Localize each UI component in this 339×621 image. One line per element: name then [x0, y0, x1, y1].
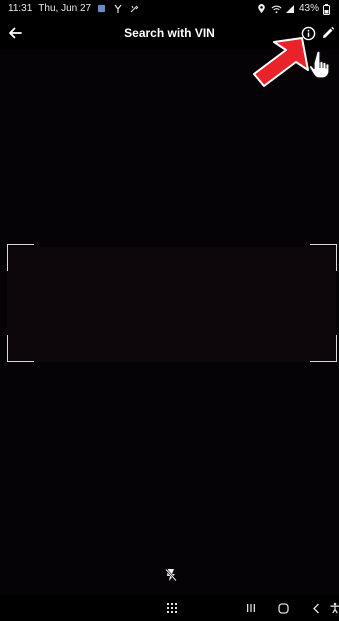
- edit-vin-button[interactable]: [318, 22, 338, 44]
- status-left: 11:31 Thu, Jun 27: [8, 3, 139, 14]
- signal-y-icon: [113, 4, 123, 14]
- apps-button[interactable]: [162, 598, 182, 618]
- home-button[interactable]: [273, 598, 293, 618]
- system-nav-bar: [0, 595, 339, 621]
- scan-frame-corner-top-left: [7, 244, 34, 271]
- status-bar: 11:31 Thu, Jun 27 43%: [0, 0, 339, 18]
- info-button[interactable]: [297, 22, 319, 44]
- battery-icon: [323, 3, 333, 15]
- home-icon: [277, 602, 289, 614]
- status-date: Thu, Jun 27: [38, 3, 92, 14]
- info-circle-icon: [301, 26, 315, 40]
- status-time: 11:31: [8, 3, 33, 14]
- status-right: 43%: [257, 3, 333, 15]
- accessibility-icon: [330, 602, 339, 614]
- scan-frame-corner-bottom-left: [7, 335, 34, 362]
- battery-percent: 43%: [298, 3, 319, 14]
- gallery-icon: [97, 4, 107, 14]
- app-header: Search with VIN: [0, 18, 339, 50]
- recents-button[interactable]: [241, 598, 261, 618]
- flash-toggle-button[interactable]: [162, 565, 180, 585]
- wifi-icon: [271, 4, 282, 14]
- scan-frame-corner-bottom-right: [310, 335, 337, 362]
- page-title: Search with VIN: [124, 26, 215, 40]
- scan-frame-corner-top-right: [310, 244, 337, 271]
- pencil-icon: [323, 26, 335, 38]
- flash-off-icon: [165, 568, 177, 582]
- key-icon: [129, 4, 139, 14]
- apps-grid-icon: [167, 603, 177, 613]
- accessibility-button[interactable]: [329, 598, 339, 618]
- location-icon: [257, 3, 267, 14]
- back-chevron-icon: [312, 603, 319, 613]
- system-back-button[interactable]: [306, 598, 326, 618]
- cell-signal-icon: [285, 4, 295, 14]
- recents-icon: [247, 604, 255, 612]
- vin-scan-area: [7, 247, 336, 362]
